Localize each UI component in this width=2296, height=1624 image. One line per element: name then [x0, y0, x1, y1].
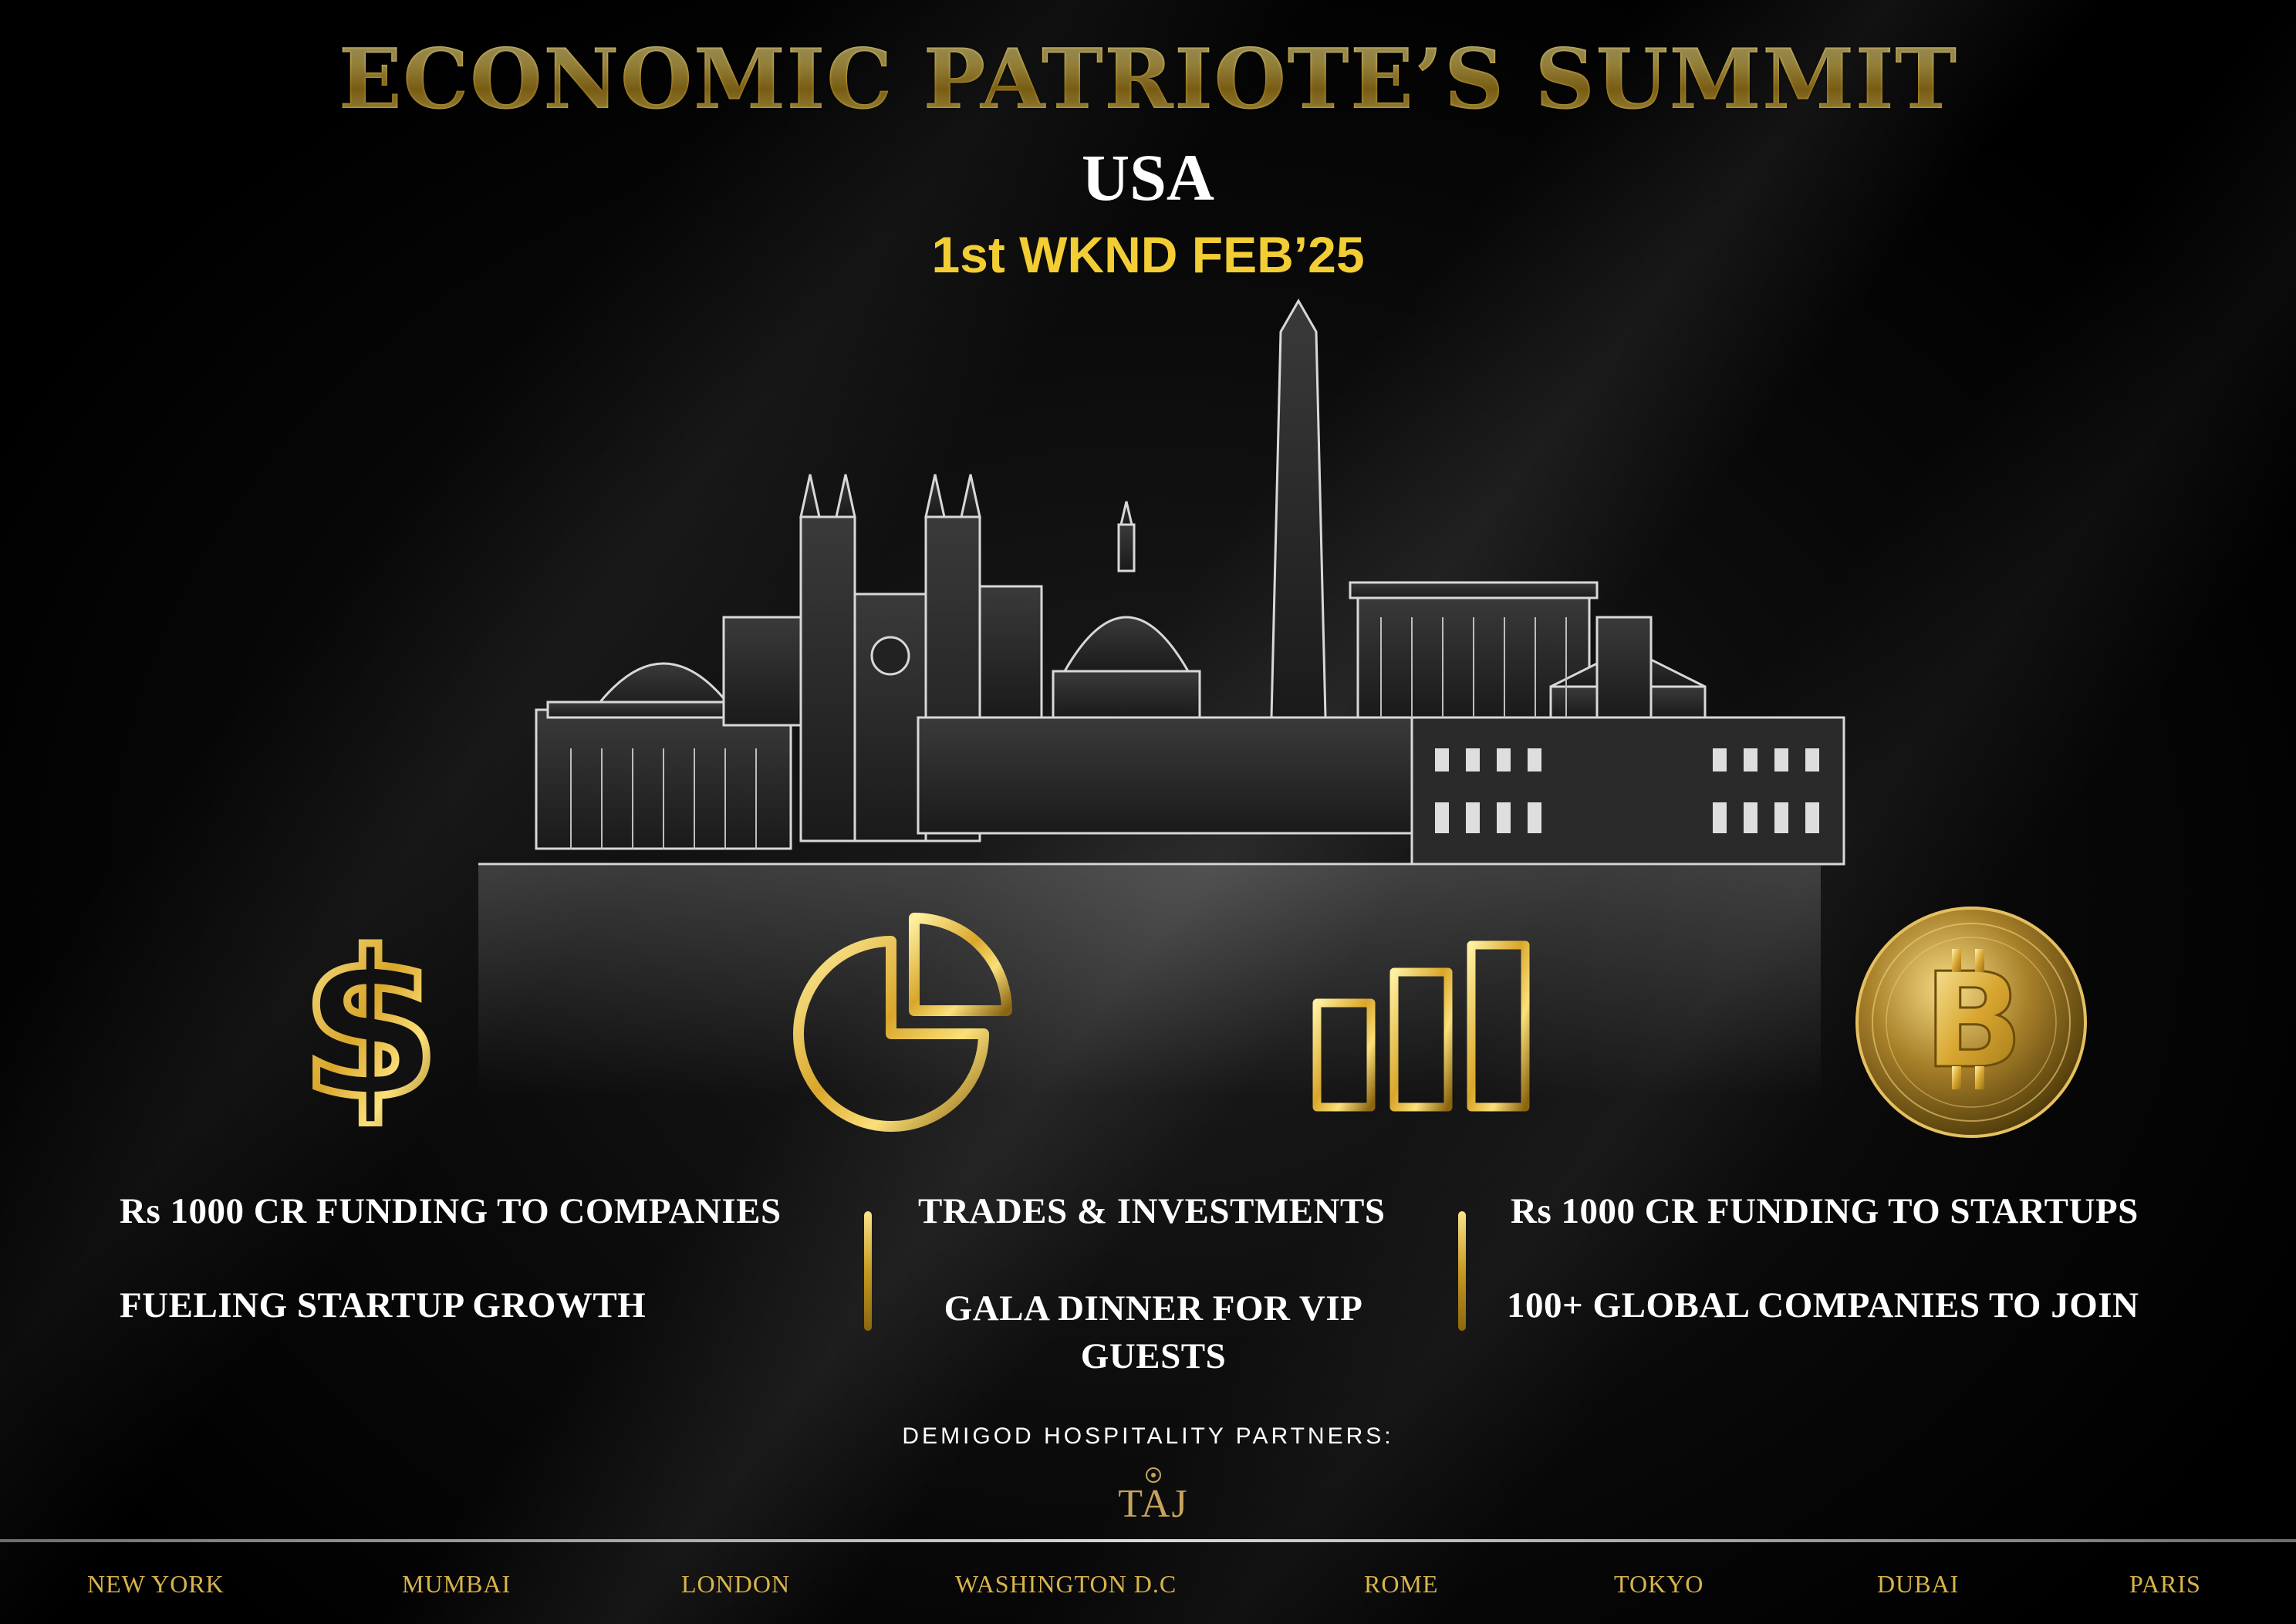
city-london: LONDON: [681, 1570, 791, 1598]
taj-logo-text: TAJ: [1118, 1482, 1189, 1526]
gold-divider-left: [864, 1211, 872, 1331]
city-tokyo: TOKYO: [1614, 1570, 1704, 1598]
city-dubai: DUBAI: [1877, 1570, 1960, 1598]
taj-logo: TAJ: [1096, 1464, 1211, 1534]
city-mumbai: MUMBAI: [402, 1570, 512, 1598]
dollar-icon: $: [285, 903, 455, 1147]
event-date: 1st WKND FEB’25: [931, 226, 1365, 283]
feature-funding-startups: Rs 1000 CR FUNDING TO STARTUPS: [1511, 1191, 2139, 1231]
svg-text:$: $: [301, 910, 441, 1126]
pie-chart-icon: [791, 910, 1022, 1142]
feature-gala-dinner: GALA DINNER FOR VIP GUESTS: [944, 1288, 1363, 1376]
feature-global-companies: 100+ GLOBAL COMPANIES TO JOIN: [1507, 1285, 2139, 1325]
svg-text:B: B: [1923, 945, 2024, 1098]
washington-skyline-illustration: [478, 298, 1845, 1097]
footer-divider: [0, 1539, 2296, 1542]
country-label: USA: [1081, 140, 1215, 214]
partners-label: DEMIGOD HOSPITALITY PARTNERS:: [902, 1423, 1394, 1449]
city-paris: PARIS: [2129, 1570, 2201, 1598]
city-washington: WASHINGTON D.C: [955, 1570, 1177, 1598]
summit-title: ECONOMIC PATRIOTE’S SUMMIT: [0, 31, 2296, 128]
feature-trades-investments: TRADES & INVESTMENTS: [918, 1191, 1386, 1231]
city-list: NEW YORK MUMBAI LONDON WASHINGTON D.C RO…: [0, 1570, 2296, 1605]
gold-divider-right: [1458, 1211, 1466, 1331]
bitcoin-icon: B: [1852, 903, 2091, 1142]
bar-chart-icon: [1308, 934, 1531, 1119]
city-new-york: NEW YORK: [87, 1570, 225, 1598]
city-rome: ROME: [1364, 1570, 1439, 1598]
feature-funding-companies: Rs 1000 CR FUNDING TO COMPANIES: [120, 1191, 782, 1231]
feature-startup-growth: FUELING STARTUP GROWTH: [120, 1285, 647, 1325]
